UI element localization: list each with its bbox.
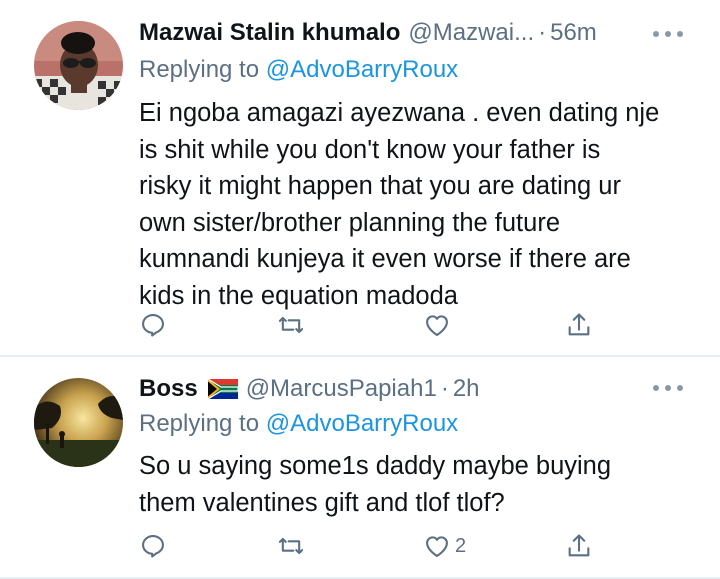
replying-label: Replying to [139, 56, 260, 83]
separator-dot: · [440, 375, 449, 402]
tweet-text-line: kumnandi kunjeya it even worse if there … [139, 245, 631, 273]
tweet-text-line: So u saying some1s daddy maybe buying [139, 452, 612, 480]
share-icon [568, 313, 590, 336]
tweet-text-line: own sister/brother planning the future [139, 208, 560, 237]
heart-icon [426, 315, 448, 336]
action-bar: 2 [139, 530, 609, 562]
tweet-text-line: Ei ngoba amagazi ayezwana . even dating … [139, 99, 660, 127]
tweet-text-line: them valentines gift and tlof tlof? [139, 488, 505, 517]
reply-button[interactable] [139, 530, 167, 562]
retweet-icon [278, 316, 304, 334]
mention-link[interactable]: @AdvoBarryRoux [266, 410, 458, 437]
more-icon[interactable] [653, 384, 683, 392]
tweet[interactable]: Boss @MarcusPapiah1 · 2h Replying to @Ad… [0, 356, 720, 579]
share-button[interactable] [565, 309, 593, 341]
tweet-text-line: risky it might happen that you are datin… [139, 172, 621, 200]
reply-button[interactable] [139, 309, 167, 341]
retweet-button[interactable] [277, 309, 305, 341]
timestamp[interactable]: 56m [550, 19, 597, 47]
separator-dot: · [538, 19, 547, 46]
mention-link[interactable]: @AdvoBarryRoux [266, 56, 458, 83]
user-handle[interactable]: @Mazwai... [408, 19, 534, 47]
user-handle[interactable]: @MarcusPapiah1 [246, 375, 437, 403]
share-button[interactable] [565, 530, 593, 562]
retweet-button[interactable] [277, 530, 305, 562]
heart-icon [426, 536, 448, 557]
timestamp[interactable]: 2h [453, 375, 480, 403]
tweet-text: Ei ngoba amagazi ayezwana . even dating … [139, 95, 699, 314]
avatar-photo [34, 21, 123, 110]
share-icon [568, 534, 590, 557]
south-africa-flag-icon [207, 379, 238, 399]
tweet[interactable]: Mazwai Stalin khumalo @Mazwai... · 56m R… [0, 0, 720, 356]
display-name[interactable]: Mazwai Stalin khumalo [139, 19, 400, 47]
like-count: 2 [455, 534, 467, 557]
action-bar [139, 309, 609, 341]
like-button[interactable] [423, 309, 455, 341]
avatar-photo [34, 378, 123, 467]
tweet-header: Boss @MarcusPapiah1 · 2h [139, 373, 480, 405]
replying-to: Replying to @AdvoBarryRoux [139, 56, 458, 84]
avatar[interactable] [34, 378, 123, 467]
more-icon[interactable] [653, 30, 683, 38]
like-button[interactable]: 2 [423, 530, 466, 562]
replying-label: Replying to [139, 410, 260, 437]
tweet-text-line: is shit while you don't know your father… [139, 135, 601, 164]
tweet-header: Mazwai Stalin khumalo @Mazwai... · 56m [139, 17, 597, 49]
reply-icon [142, 535, 164, 558]
replying-to: Replying to @AdvoBarryRoux [139, 410, 458, 438]
avatar[interactable] [34, 21, 123, 110]
retweet-icon [278, 537, 304, 555]
reply-icon [142, 314, 164, 337]
tweet-text: So u saying some1s daddy maybe buying th… [139, 448, 699, 521]
display-name[interactable]: Boss [139, 375, 198, 403]
